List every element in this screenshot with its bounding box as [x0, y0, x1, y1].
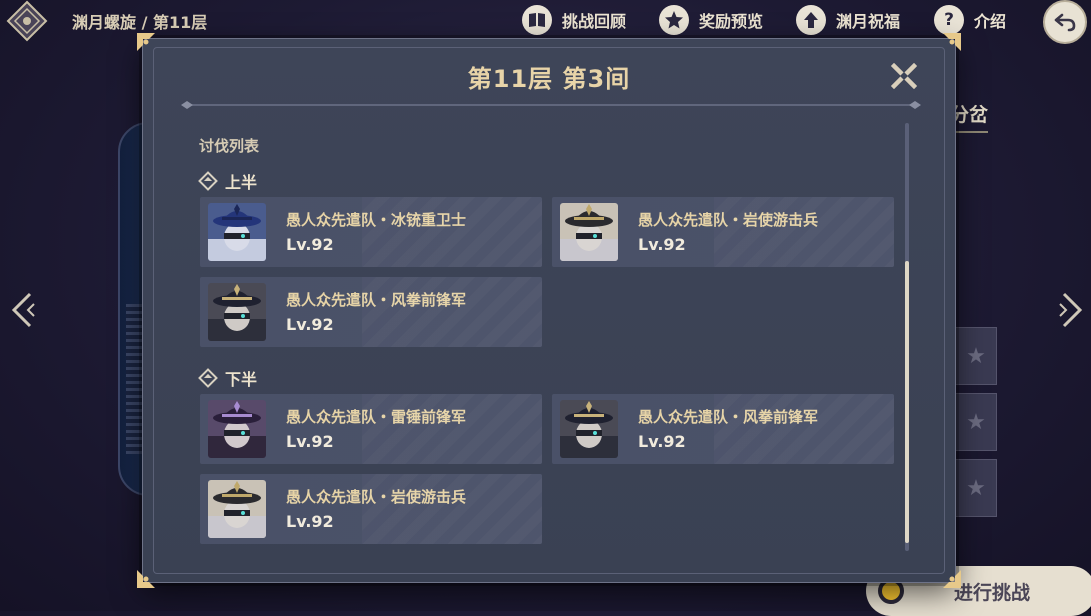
- title-divider: [181, 101, 921, 109]
- previous-chamber-arrow-icon[interactable]: [10, 290, 38, 330]
- enemy-card[interactable]: 愚人众先遣队・岩使游击兵 Lv.92: [200, 474, 542, 544]
- back-arrow-icon: [1054, 13, 1076, 32]
- challenge-review-label: 挑战回顾: [562, 12, 627, 31]
- enemy-name: 愚人众先遣队・风拳前锋军: [638, 408, 819, 426]
- enemy-level: Lv.92: [286, 315, 334, 334]
- second-half-label: 下半: [225, 370, 258, 389]
- enemy-card[interactable]: 愚人众先遣队・岩使游击兵 Lv.92: [552, 197, 894, 267]
- dialog-title: 第11层 第3间: [467, 65, 631, 93]
- enemy-portrait: [208, 283, 266, 341]
- first-half-label: 上半: [225, 173, 258, 192]
- enemy-portrait: [560, 400, 618, 458]
- star-badge-icon: [659, 5, 689, 35]
- enemy-portrait: [208, 480, 266, 538]
- chamber-star-slot: ★: [955, 327, 997, 385]
- reward-preview-label: 奖励预览: [699, 12, 764, 31]
- enemy-card[interactable]: 愚人众先遣队・雷锤前锋军 Lv.92: [200, 394, 542, 464]
- enemy-card[interactable]: 愚人众先遣队・风拳前锋军 Lv.92: [200, 277, 542, 347]
- back-button[interactable]: [1043, 0, 1087, 44]
- enemy-portrait: [208, 203, 266, 261]
- diamond-bullet-icon: [198, 171, 218, 191]
- enemy-list-dialog: 第11层 第3间 讨伐列表 上半 下半 愚人众先遣队・冰铳重卫士 Lv.92 愚…: [137, 33, 961, 588]
- chamber-star-slot: ★: [955, 459, 997, 517]
- abyss-blessing-label: 渊月祝福: [836, 12, 901, 31]
- enemy-portrait: [208, 400, 266, 458]
- scrollbar-thumb[interactable]: [905, 261, 909, 543]
- second-half-header: 下半: [198, 366, 258, 390]
- enemy-level: Lv.92: [638, 432, 686, 451]
- first-half-header: 上半: [198, 169, 258, 193]
- next-chamber-arrow-icon[interactable]: [1056, 290, 1084, 330]
- start-challenge-label: 进行挑战: [954, 581, 1031, 604]
- abyss-emblem-icon[interactable]: [6, 0, 48, 42]
- enemy-level: Lv.92: [286, 235, 334, 254]
- reward-preview-button[interactable]: 奖励预览: [659, 5, 763, 35]
- chamber-star-slot: ★: [955, 393, 997, 451]
- enemy-level: Lv.92: [286, 512, 334, 531]
- top-bar: 渊月螺旋 / 第11层 挑战回顾 奖励预览 渊月祝福 ? 介绍: [0, 0, 1091, 44]
- corner-ornament-icon: [137, 33, 155, 51]
- enemy-name: 愚人众先遣队・雷锤前锋军: [286, 408, 467, 426]
- abyss-blessing-button[interactable]: 渊月祝福: [796, 5, 900, 35]
- enemy-list-heading: 讨伐列表: [199, 137, 260, 155]
- corner-ornament-icon: [943, 33, 961, 51]
- enemy-portrait: [560, 203, 618, 261]
- corner-ornament-icon: [137, 570, 155, 588]
- enemy-card[interactable]: 愚人众先遣队・风拳前锋军 Lv.92: [552, 394, 894, 464]
- challenge-review-button[interactable]: 挑战回顾: [522, 5, 626, 35]
- enemy-name: 愚人众先遣队・岩使游击兵: [638, 211, 819, 229]
- enemy-name: 愚人众先遣队・冰铳重卫士: [286, 211, 467, 229]
- enemy-name: 愚人众先遣队・岩使游击兵: [286, 488, 467, 506]
- corner-ornament-icon: [943, 570, 961, 588]
- enemy-card[interactable]: 愚人众先遣队・冰铳重卫士 Lv.92: [200, 197, 542, 267]
- enemy-name: 愚人众先遣队・风拳前锋军: [286, 291, 467, 309]
- enemy-level: Lv.92: [638, 235, 686, 254]
- enemy-level: Lv.92: [286, 432, 334, 451]
- introduction-label: 介绍: [974, 12, 1007, 31]
- close-icon[interactable]: [891, 63, 917, 89]
- upgrade-arrow-icon: [796, 5, 826, 35]
- diamond-bullet-icon: [198, 368, 218, 388]
- breadcrumb: 渊月螺旋 / 第11层: [72, 13, 208, 32]
- book-icon: [522, 5, 552, 35]
